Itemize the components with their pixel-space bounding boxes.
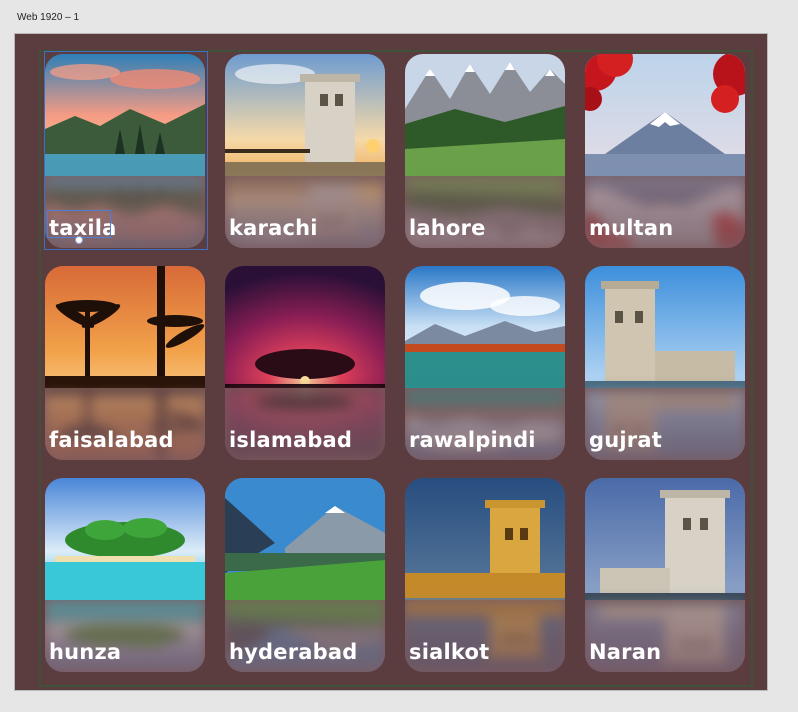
card-photo [45, 54, 205, 176]
card-label[interactable]: lahore [409, 216, 486, 240]
city-card-hyderabad[interactable]: hyderabad [225, 478, 385, 672]
card-label[interactable]: multan [589, 216, 673, 240]
card-photo [225, 266, 385, 388]
card-photo [45, 266, 205, 388]
city-card-rawalpindi[interactable]: rawalpindi [405, 266, 565, 460]
card-label[interactable]: Naran [589, 640, 661, 664]
city-card-islamabad[interactable]: islamabad [225, 266, 385, 460]
card-label[interactable]: hunza [49, 640, 121, 664]
artboard-title[interactable]: Web 1920 – 1 [17, 12, 79, 23]
card-label[interactable]: islamabad [229, 428, 352, 452]
city-card-karachi[interactable]: karachi [225, 54, 385, 248]
card-photo [405, 266, 565, 388]
city-card-taxila[interactable]: taxila [45, 54, 205, 248]
card-label[interactable]: faisalabad [49, 428, 174, 452]
card-photo [45, 478, 205, 600]
card-label[interactable]: taxila [49, 216, 117, 240]
card-photo [585, 54, 745, 176]
card-label[interactable]: rawalpindi [409, 428, 536, 452]
card-label[interactable]: hyderabad [229, 640, 357, 664]
selection-handle[interactable] [75, 236, 83, 244]
card-label[interactable]: sialkot [409, 640, 489, 664]
card-label[interactable]: karachi [229, 216, 318, 240]
city-card-multan[interactable]: multan [585, 54, 745, 248]
card-photo [225, 478, 385, 600]
city-card-gujrat[interactable]: gujrat [585, 266, 745, 460]
city-card-faisalabad[interactable]: faisalabad [45, 266, 205, 460]
city-card-lahore[interactable]: lahore [405, 54, 565, 248]
card-photo [405, 54, 565, 176]
card-label[interactable]: gujrat [589, 428, 662, 452]
city-card-naran[interactable]: Naran [585, 478, 745, 672]
card-photo [585, 266, 745, 388]
card-photo [585, 478, 745, 600]
city-card-sialkot[interactable]: sialkot [405, 478, 565, 672]
card-photo [225, 54, 385, 176]
city-card-hunza[interactable]: hunza [45, 478, 205, 672]
card-photo [405, 478, 565, 600]
